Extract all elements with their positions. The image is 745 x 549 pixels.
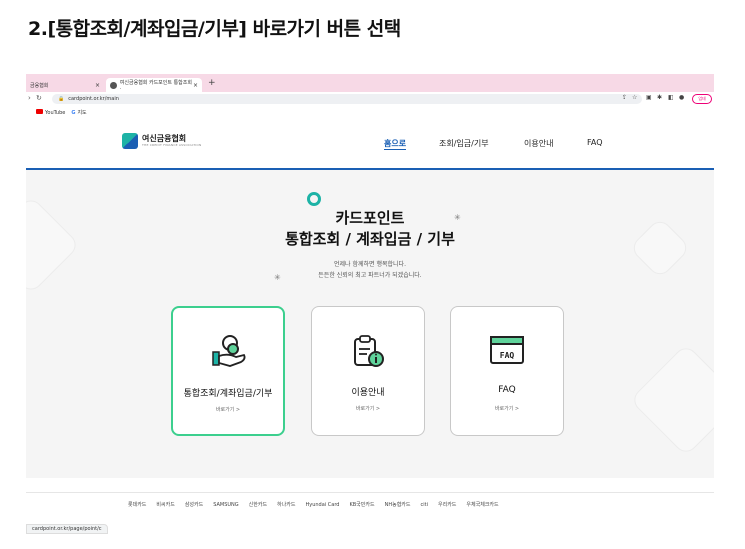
close-icon[interactable]: ×	[193, 82, 198, 89]
youtube-icon	[36, 108, 43, 114]
ring-icon	[307, 192, 321, 206]
logo-mark-icon	[122, 133, 138, 149]
status-url-bar: cardpoint.or.kr/page/point/c	[26, 524, 108, 534]
browser-tab-active[interactable]: 여신금융협회 카드포인트 통합조회 · ×	[106, 78, 202, 92]
card-title: 통합조회/계좌입금/기부	[183, 389, 273, 399]
partner-logo[interactable]: SAMSUNG	[213, 502, 238, 508]
faq-window-icon: FAQ	[451, 331, 563, 371]
hero-title-line1: 카드포인트	[335, 209, 405, 227]
card-inquiry[interactable]: 통합조회/계좌입금/기부 바로가기 >	[171, 306, 285, 436]
reload-icon[interactable]: ↻	[36, 94, 42, 102]
bookmark-maps[interactable]: G 지도	[71, 109, 86, 116]
url-text: cardpoint.or.kr/main	[68, 96, 119, 102]
puzzle-icon[interactable]: ✱	[657, 94, 662, 101]
decorative-shape	[629, 343, 714, 457]
close-icon[interactable]: ×	[95, 82, 100, 89]
hero-title-line2: 통합조회 / 계좌입금 / 기부	[285, 230, 455, 248]
partner-logo[interactable]: NH농협카드	[385, 501, 411, 508]
tab-label: 여신금융협회 카드포인트 통합조회 ·	[119, 79, 192, 92]
logo-text: 여신금융협회	[142, 134, 187, 143]
site-header: 여신금융협회 THE CREDIT FINANCE ASSOCIATION 홈으…	[26, 118, 714, 170]
card-title: FAQ	[498, 385, 516, 395]
nav-faq[interactable]: FAQ	[587, 138, 603, 147]
hero-subtitle-line1: 언제나 함께하면 행복합니다.	[334, 261, 406, 268]
partner-logo[interactable]: 우체국체크카드	[466, 501, 498, 508]
partner-logo[interactable]: Hyundai Card	[305, 502, 339, 508]
update-button[interactable]: 업데	[692, 94, 712, 104]
partner-logos-bar: 롯데카드 비씨카드 삼성카드 SAMSUNG 신한카드 하나카드 Hyundai Card K…	[26, 492, 714, 516]
bookmarks-bar: YouTube G 지도	[26, 106, 714, 118]
site-favicon-icon	[110, 81, 117, 89]
nav-guide[interactable]: 이용안내	[524, 138, 553, 149]
lock-icon: 🔒	[58, 96, 65, 102]
clipboard-info-icon	[312, 331, 424, 371]
new-tab-button[interactable]: +	[208, 78, 216, 88]
profile-icon[interactable]: ●	[679, 94, 684, 101]
partner-logo[interactable]: 삼성카드	[185, 501, 203, 508]
partner-logo[interactable]: KB국민카드	[349, 501, 374, 508]
card-link[interactable]: 바로가기 >	[173, 406, 283, 413]
url-field[interactable]: 🔒 cardpoint.or.kr/main	[52, 94, 642, 104]
nav-home[interactable]: 홈으로	[384, 138, 407, 150]
extension-icon[interactable]: ▣	[646, 94, 652, 101]
logo-subtitle: THE CREDIT FINANCE ASSOCIATION	[142, 143, 202, 147]
browser-screenshot: 금융협회 × 여신금융협회 카드포인트 통합조회 · × + › ↻ 🔒 car…	[26, 74, 714, 540]
forward-icon[interactable]: ›	[28, 94, 31, 102]
star-icon[interactable]: ☆	[632, 94, 637, 101]
browser-tab-bar: 금융협회 × 여신금융협회 카드포인트 통합조회 · × +	[26, 74, 714, 92]
address-bar-row: › ↻ 🔒 cardpoint.or.kr/main ⇪ ☆ ▣ ✱ ◧ ● 업…	[26, 92, 714, 106]
card-link[interactable]: 바로가기 >	[451, 405, 563, 412]
card-faq[interactable]: FAQ FAQ 바로가기 >	[450, 306, 564, 436]
nav-inquiry[interactable]: 조회/입금/기부	[439, 138, 489, 149]
tab-label: 금융협회	[30, 82, 49, 89]
svg-text:FAQ: FAQ	[500, 351, 515, 360]
site-logo[interactable]: 여신금융협회 THE CREDIT FINANCE ASSOCIATION	[122, 133, 201, 149]
hand-coins-icon	[173, 332, 283, 372]
maps-icon: G	[71, 109, 76, 116]
page-heading: 2.[통합조회/계좌입금/기부] 바로가기 버튼 선택	[28, 18, 401, 40]
partner-logo[interactable]: 롯데카드	[128, 501, 146, 508]
share-icon[interactable]: ⇪	[622, 94, 627, 101]
partner-logo[interactable]: 하나카드	[277, 501, 295, 508]
card-link[interactable]: 바로가기 >	[312, 405, 424, 412]
card-title: 이용안내	[351, 388, 385, 398]
partner-logo[interactable]: 비씨카드	[156, 501, 174, 508]
partner-logo[interactable]: citi	[421, 502, 429, 508]
partner-logo[interactable]: 신한카드	[249, 501, 267, 508]
browser-tab-inactive[interactable]: 금융협회 ×	[26, 78, 104, 92]
bookmark-youtube[interactable]: YouTube	[36, 108, 65, 116]
card-guide[interactable]: 이용안내 바로가기 >	[311, 306, 425, 436]
hero-subtitle-line2: 든든한 신뢰의 최고 파트너가 되겠습니다.	[318, 272, 422, 279]
sidepanel-icon[interactable]: ◧	[668, 94, 674, 101]
hero-section: ✳ ✳ 카드포인트 통합조회 / 계좌입금 / 기부 언제나 함께하면 행복합니…	[26, 170, 714, 478]
partner-logo[interactable]: 우리카드	[438, 501, 456, 508]
